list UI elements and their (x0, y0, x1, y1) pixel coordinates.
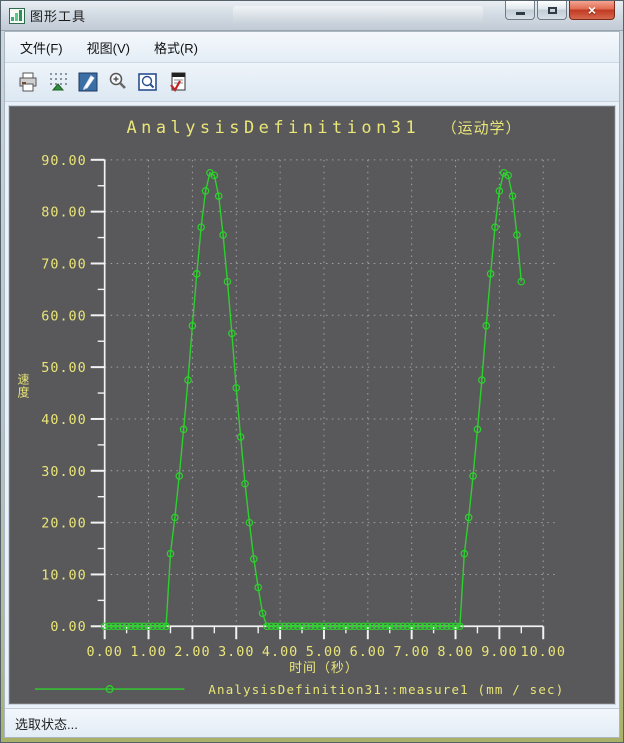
zoom-in-button[interactable] (103, 67, 132, 97)
toolbar (5, 63, 619, 102)
titlebar[interactable]: 图形工具 × (1, 1, 623, 31)
legend: AnalysisDefinition31::measure1 (mm / sec… (34, 682, 564, 697)
window-title: 图形工具 (30, 9, 87, 24)
chart-canvas[interactable]: 0.00 1.00 2.00 3.00 4.00 5.00 6.00 7.00 8.00 9.00… (9, 106, 615, 704)
svg-text:10.00: 10.00 (41, 568, 86, 583)
status-text: 选取状态... (15, 717, 78, 733)
svg-text:5.00: 5.00 (306, 645, 342, 660)
statusbar: 选取状态... (5, 708, 619, 737)
edit-graph-button[interactable] (73, 67, 102, 97)
close-icon: × (587, 2, 597, 18)
maximize-icon (547, 6, 557, 14)
window-controls: × (503, 1, 615, 20)
menubar: 文件(F) 视图(V) 格式(R) (5, 32, 619, 63)
maximize-button[interactable] (537, 1, 567, 20)
refit-icon (137, 73, 157, 91)
svg-text:30.00: 30.00 (41, 465, 86, 480)
y-axis-title: 速度 (16, 373, 30, 399)
x-tick-labels: 0.00 1.00 2.00 3.00 4.00 5.00 6.00 7.00 8.00 9.00… (87, 645, 566, 660)
data-curve[interactable] (104, 172, 523, 627)
minimize-button[interactable] (505, 1, 535, 20)
chart-panel: 0.00 1.00 2.00 3.00 4.00 5.00 6.00 7.00 8.00 9.00… (8, 105, 616, 706)
refit-button[interactable] (133, 67, 162, 97)
legend-label: AnalysisDefinition31::measure1 (mm / sec… (208, 682, 564, 697)
svg-text:9.00: 9.00 (481, 645, 517, 660)
svg-text:10.00: 10.00 (521, 645, 566, 660)
client-area: 文件(F) 视图(V) 格式(R) 0.00 1.00 2.00 3.00 4.… (4, 31, 620, 738)
menu-file[interactable]: 文件(F) (11, 34, 72, 61)
graph-tool-window: 图形工具 × 文件(F) 视图(V) 格式(R) 0.00 1.00 2.00 … (0, 0, 624, 743)
svg-text:0.00: 0.00 (87, 645, 123, 660)
svg-text:90.00: 90.00 (41, 154, 86, 169)
print-button[interactable] (13, 67, 42, 97)
x-axis-title: 时间（秒） (289, 661, 359, 676)
svg-text:8.00: 8.00 (437, 645, 473, 660)
chart-title: AnalysisDefinition31 （运动学） (127, 117, 522, 137)
svg-text:1.00: 1.00 (130, 645, 166, 660)
svg-text:2.00: 2.00 (174, 645, 210, 660)
chart-outer: 0.00 1.00 2.00 3.00 4.00 5.00 6.00 7.00 8.00 9.00… (5, 102, 619, 708)
minimize-icon (515, 12, 525, 15)
zoom-in-icon (109, 72, 126, 89)
svg-text:6.00: 6.00 (350, 645, 386, 660)
svg-text:3.00: 3.00 (218, 645, 254, 660)
svg-text:0.00: 0.00 (50, 620, 86, 635)
svg-text:20.00: 20.00 (41, 517, 86, 532)
svg-text:40.00: 40.00 (41, 413, 86, 428)
svg-text:80.00: 80.00 (41, 206, 86, 221)
edit-graph-icon (78, 72, 97, 92)
svg-text:70.00: 70.00 (41, 257, 86, 272)
y-tick-labels: 0.00 10.00 20.00 30.00 40.00 50.00 60.00 70.00 8… (41, 154, 86, 635)
svg-text:60.00: 60.00 (41, 309, 86, 324)
titlebar-sheen (233, 6, 483, 25)
menu-format[interactable]: 格式(R) (145, 34, 207, 61)
svg-text:50.00: 50.00 (41, 361, 86, 376)
menu-view[interactable]: 视图(V) (78, 34, 139, 61)
axis-ticks (90, 158, 545, 640)
graph-options-icon (169, 72, 185, 92)
svg-text:7.00: 7.00 (393, 645, 429, 660)
graph-options-button[interactable] (163, 67, 192, 97)
print-icon (19, 72, 36, 92)
svg-text:4.00: 4.00 (262, 645, 298, 660)
graph-tool-app-icon (9, 7, 25, 24)
data-markers (100, 168, 526, 631)
close-button[interactable]: × (569, 1, 615, 20)
point-display-icon (49, 73, 67, 91)
point-display-button[interactable] (43, 67, 72, 97)
